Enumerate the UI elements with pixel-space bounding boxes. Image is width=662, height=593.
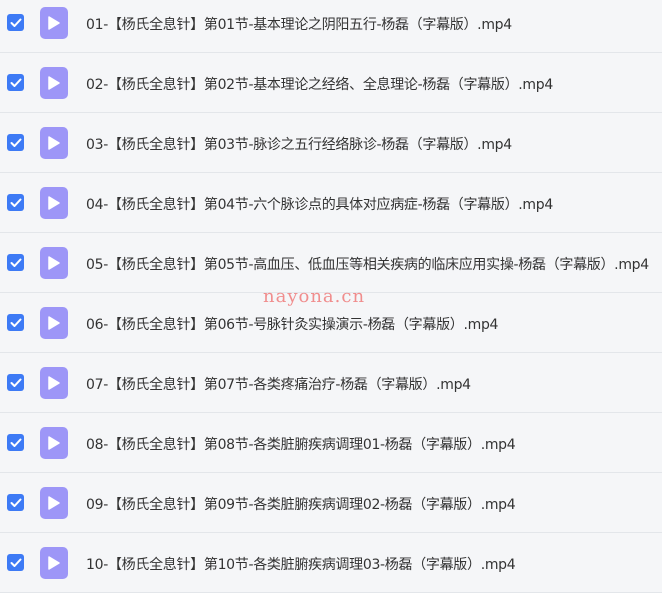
check-icon <box>10 558 21 567</box>
checkbox[interactable] <box>7 314 24 331</box>
check-icon <box>10 258 21 267</box>
list-item[interactable]: 07-【杨氏全息针】第07节-各类疼痛治疗-杨磊（字幕版）.mp4 <box>0 353 662 413</box>
checkbox[interactable] <box>7 134 24 151</box>
list-item[interactable]: 08-【杨氏全息针】第08节-各类脏腑疾病调理01-杨磊（字幕版）.mp4 <box>0 413 662 473</box>
video-file-icon <box>40 67 68 99</box>
list-item[interactable]: 05-【杨氏全息针】第05节-高血压、低血压等相关疾病的临床应用实操-杨磊（字幕… <box>0 233 662 293</box>
checkbox[interactable] <box>7 254 24 271</box>
video-file-icon <box>40 427 68 459</box>
check-icon <box>10 78 21 87</box>
video-file-icon <box>40 187 68 219</box>
video-file-icon <box>40 547 68 579</box>
file-name[interactable]: 04-【杨氏全息针】第04节-六个脉诊点的具体对应病症-杨磊（字幕版）.mp4 <box>86 194 553 214</box>
checkbox[interactable] <box>7 494 24 511</box>
checkbox[interactable] <box>7 74 24 91</box>
file-name[interactable]: 10-【杨氏全息针】第10节-各类脏腑疾病调理03-杨磊（字幕版）.mp4 <box>86 554 516 574</box>
watermark: nayona.cn <box>263 286 366 307</box>
checkbox[interactable] <box>7 14 24 31</box>
checkbox[interactable] <box>7 374 24 391</box>
check-icon <box>10 378 21 387</box>
list-item[interactable]: 10-【杨氏全息针】第10节-各类脏腑疾病调理03-杨磊（字幕版）.mp4 <box>0 533 662 593</box>
check-icon <box>10 318 21 327</box>
file-name[interactable]: 07-【杨氏全息针】第07节-各类疼痛治疗-杨磊（字幕版）.mp4 <box>86 374 471 394</box>
list-item[interactable]: 03-【杨氏全息针】第03节-脉诊之五行经络脉诊-杨磊（字幕版）.mp4 <box>0 113 662 173</box>
checkbox[interactable] <box>7 434 24 451</box>
file-name[interactable]: 09-【杨氏全息针】第09节-各类脏腑疾病调理02-杨磊（字幕版）.mp4 <box>86 494 516 514</box>
check-icon <box>10 498 21 507</box>
file-name[interactable]: 08-【杨氏全息针】第08节-各类脏腑疾病调理01-杨磊（字幕版）.mp4 <box>86 434 516 454</box>
video-file-icon <box>40 247 68 279</box>
file-name[interactable]: 06-【杨氏全息针】第06节-号脉针灸实操演示-杨磊（字幕版）.mp4 <box>86 314 498 334</box>
list-item[interactable]: 01-【杨氏全息针】第01节-基本理论之阴阳五行-杨磊（字幕版）.mp4 <box>0 0 662 53</box>
file-name[interactable]: 03-【杨氏全息针】第03节-脉诊之五行经络脉诊-杨磊（字幕版）.mp4 <box>86 134 512 154</box>
check-icon <box>10 18 21 27</box>
file-name[interactable]: 05-【杨氏全息针】第05节-高血压、低血压等相关疾病的临床应用实操-杨磊（字幕… <box>86 254 649 274</box>
file-name[interactable]: 02-【杨氏全息针】第02节-基本理论之经络、全息理论-杨磊（字幕版）.mp4 <box>86 74 553 94</box>
video-file-icon <box>40 127 68 159</box>
checkbox[interactable] <box>7 194 24 211</box>
check-icon <box>10 438 21 447</box>
list-item[interactable]: 04-【杨氏全息针】第04节-六个脉诊点的具体对应病症-杨磊（字幕版）.mp4 <box>0 173 662 233</box>
file-name[interactable]: 01-【杨氏全息针】第01节-基本理论之阴阳五行-杨磊（字幕版）.mp4 <box>86 14 512 34</box>
list-item[interactable]: 02-【杨氏全息针】第02节-基本理论之经络、全息理论-杨磊（字幕版）.mp4 <box>0 53 662 113</box>
video-file-icon <box>40 367 68 399</box>
check-icon <box>10 138 21 147</box>
video-file-icon <box>40 7 68 39</box>
check-icon <box>10 198 21 207</box>
list-item[interactable]: 09-【杨氏全息针】第09节-各类脏腑疾病调理02-杨磊（字幕版）.mp4 <box>0 473 662 533</box>
checkbox[interactable] <box>7 554 24 571</box>
video-file-icon <box>40 487 68 519</box>
video-file-icon <box>40 307 68 339</box>
